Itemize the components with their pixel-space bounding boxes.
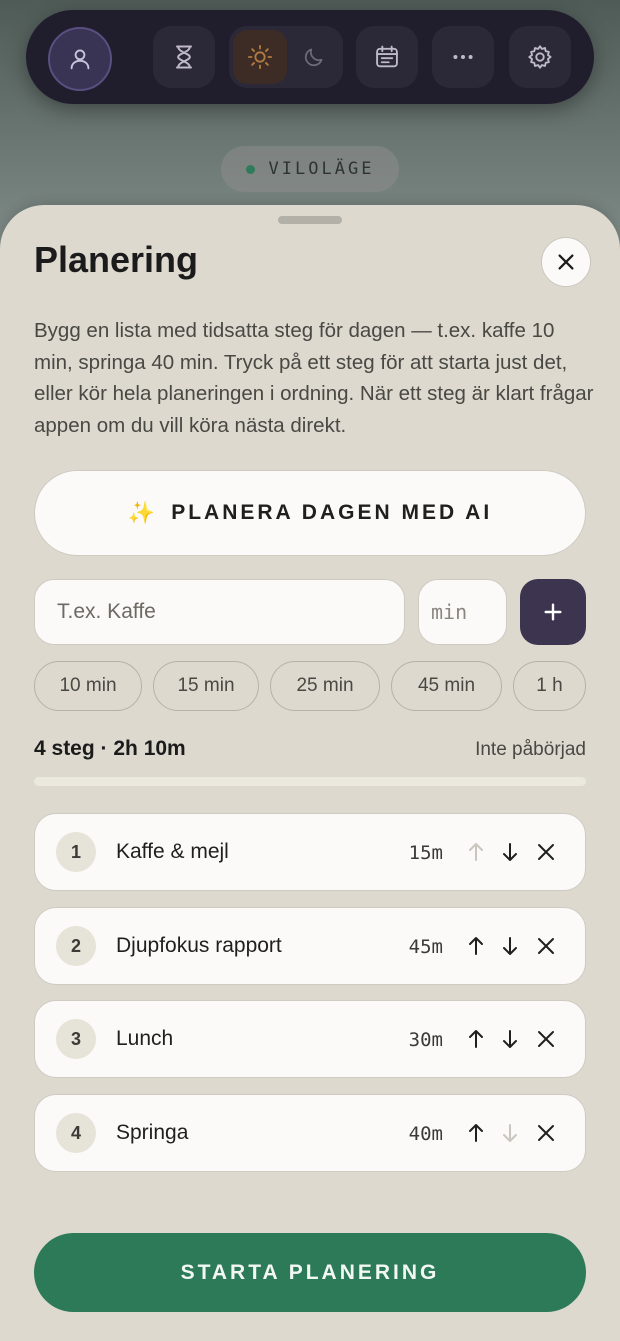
step-number: 4 xyxy=(56,1113,96,1153)
arrow-down-icon xyxy=(503,1030,517,1048)
move-up-button[interactable] xyxy=(459,1022,493,1056)
arrow-up-icon xyxy=(469,1030,483,1048)
ai-plan-label: PLANERA DAGEN MED AI xyxy=(171,501,493,524)
step-name: Lunch xyxy=(116,1027,174,1050)
move-down-button[interactable] xyxy=(493,1116,527,1150)
close-icon xyxy=(538,1031,554,1047)
arrow-up-icon xyxy=(469,1124,483,1142)
more-button[interactable] xyxy=(432,26,494,88)
settings-button[interactable] xyxy=(509,26,571,88)
sun-icon xyxy=(247,44,273,70)
theme-toggle xyxy=(229,26,343,88)
hourglass-icon xyxy=(176,45,192,69)
arrow-down-icon xyxy=(503,843,517,861)
sheet-description: Bygg en lista med tidsatta steg för dage… xyxy=(34,319,594,437)
arrow-down-icon xyxy=(503,937,517,955)
profile-button[interactable] xyxy=(48,27,112,91)
step-name: Springa xyxy=(116,1121,189,1144)
planning-sheet: Planering Bygg en lista med tidsatta ste… xyxy=(0,205,620,1341)
more-icon xyxy=(453,55,473,59)
moon-icon xyxy=(304,48,323,67)
settings-gear-icon xyxy=(528,45,552,69)
move-up-button[interactable] xyxy=(459,929,493,963)
move-up-button[interactable] xyxy=(459,1116,493,1150)
light-theme-button[interactable] xyxy=(233,30,287,84)
step-row[interactable]: 2 Djupfokus rapport 45m xyxy=(34,907,586,985)
move-down-button[interactable] xyxy=(493,929,527,963)
step-duration: 45m xyxy=(408,936,443,958)
calendar-button[interactable] xyxy=(356,26,418,88)
step-duration: 30m xyxy=(408,1029,443,1051)
duration-chip[interactable]: 1 h xyxy=(513,661,586,711)
step-number: 1 xyxy=(56,832,96,872)
sheet-drag-handle[interactable] xyxy=(278,216,342,224)
duration-chip[interactable]: 45 min xyxy=(391,661,502,711)
step-duration: 15m xyxy=(408,842,443,864)
rest-mode-indicator: VILOLÄGE xyxy=(221,146,399,192)
remove-step-button[interactable] xyxy=(529,1022,563,1056)
step-name: Djupfokus rapport xyxy=(116,934,282,957)
plan-status: Inte påbörjad xyxy=(475,739,586,760)
close-icon xyxy=(538,938,554,954)
step-name-input[interactable] xyxy=(34,579,405,645)
arrow-up-icon xyxy=(469,843,483,861)
step-number: 2 xyxy=(56,926,96,966)
rest-mode-label: VILOLÄGE xyxy=(268,159,375,179)
move-up-button[interactable] xyxy=(459,835,493,869)
plan-progress-bar xyxy=(34,777,586,786)
add-step-button[interactable] xyxy=(520,579,586,645)
arrow-down-icon xyxy=(503,1124,517,1142)
calendar-icon xyxy=(376,45,398,68)
sparkles-icon: ✨ xyxy=(127,500,156,525)
sheet-title: Planering xyxy=(34,239,199,280)
arrow-up-icon xyxy=(469,937,483,955)
remove-step-button[interactable] xyxy=(529,1116,563,1150)
move-down-button[interactable] xyxy=(493,1022,527,1056)
dark-theme-button[interactable] xyxy=(287,30,341,84)
close-icon xyxy=(538,1125,554,1141)
plus-icon xyxy=(544,603,562,621)
step-minutes-input[interactable] xyxy=(418,579,507,645)
step-duration: 40m xyxy=(408,1123,443,1145)
move-down-button[interactable] xyxy=(493,835,527,869)
plan-summary: 4 steg · 2h 10m xyxy=(34,737,186,760)
close-icon xyxy=(538,844,554,860)
step-row[interactable]: 1 Kaffe & mejl 15m xyxy=(34,813,586,891)
ai-plan-button[interactable]: ✨ PLANERA DAGEN MED AI xyxy=(34,470,586,556)
close-button[interactable] xyxy=(541,237,591,287)
step-number: 3 xyxy=(56,1019,96,1059)
top-toolbar xyxy=(26,10,594,104)
duration-chip[interactable]: 15 min xyxy=(153,661,259,711)
status-dot xyxy=(245,164,255,174)
start-plan-button[interactable]: STARTA PLANERING xyxy=(34,1233,586,1312)
close-icon xyxy=(558,254,574,270)
step-row[interactable]: 3 Lunch 30m xyxy=(34,1000,586,1078)
remove-step-button[interactable] xyxy=(529,835,563,869)
step-name: Kaffe & mejl xyxy=(116,840,229,863)
duration-chip[interactable]: 10 min xyxy=(34,661,142,711)
timer-button[interactable] xyxy=(153,26,215,88)
remove-step-button[interactable] xyxy=(529,929,563,963)
step-row[interactable]: 4 Springa 40m xyxy=(34,1094,586,1172)
duration-chip[interactable]: 25 min xyxy=(270,661,380,711)
user-icon xyxy=(70,49,90,70)
